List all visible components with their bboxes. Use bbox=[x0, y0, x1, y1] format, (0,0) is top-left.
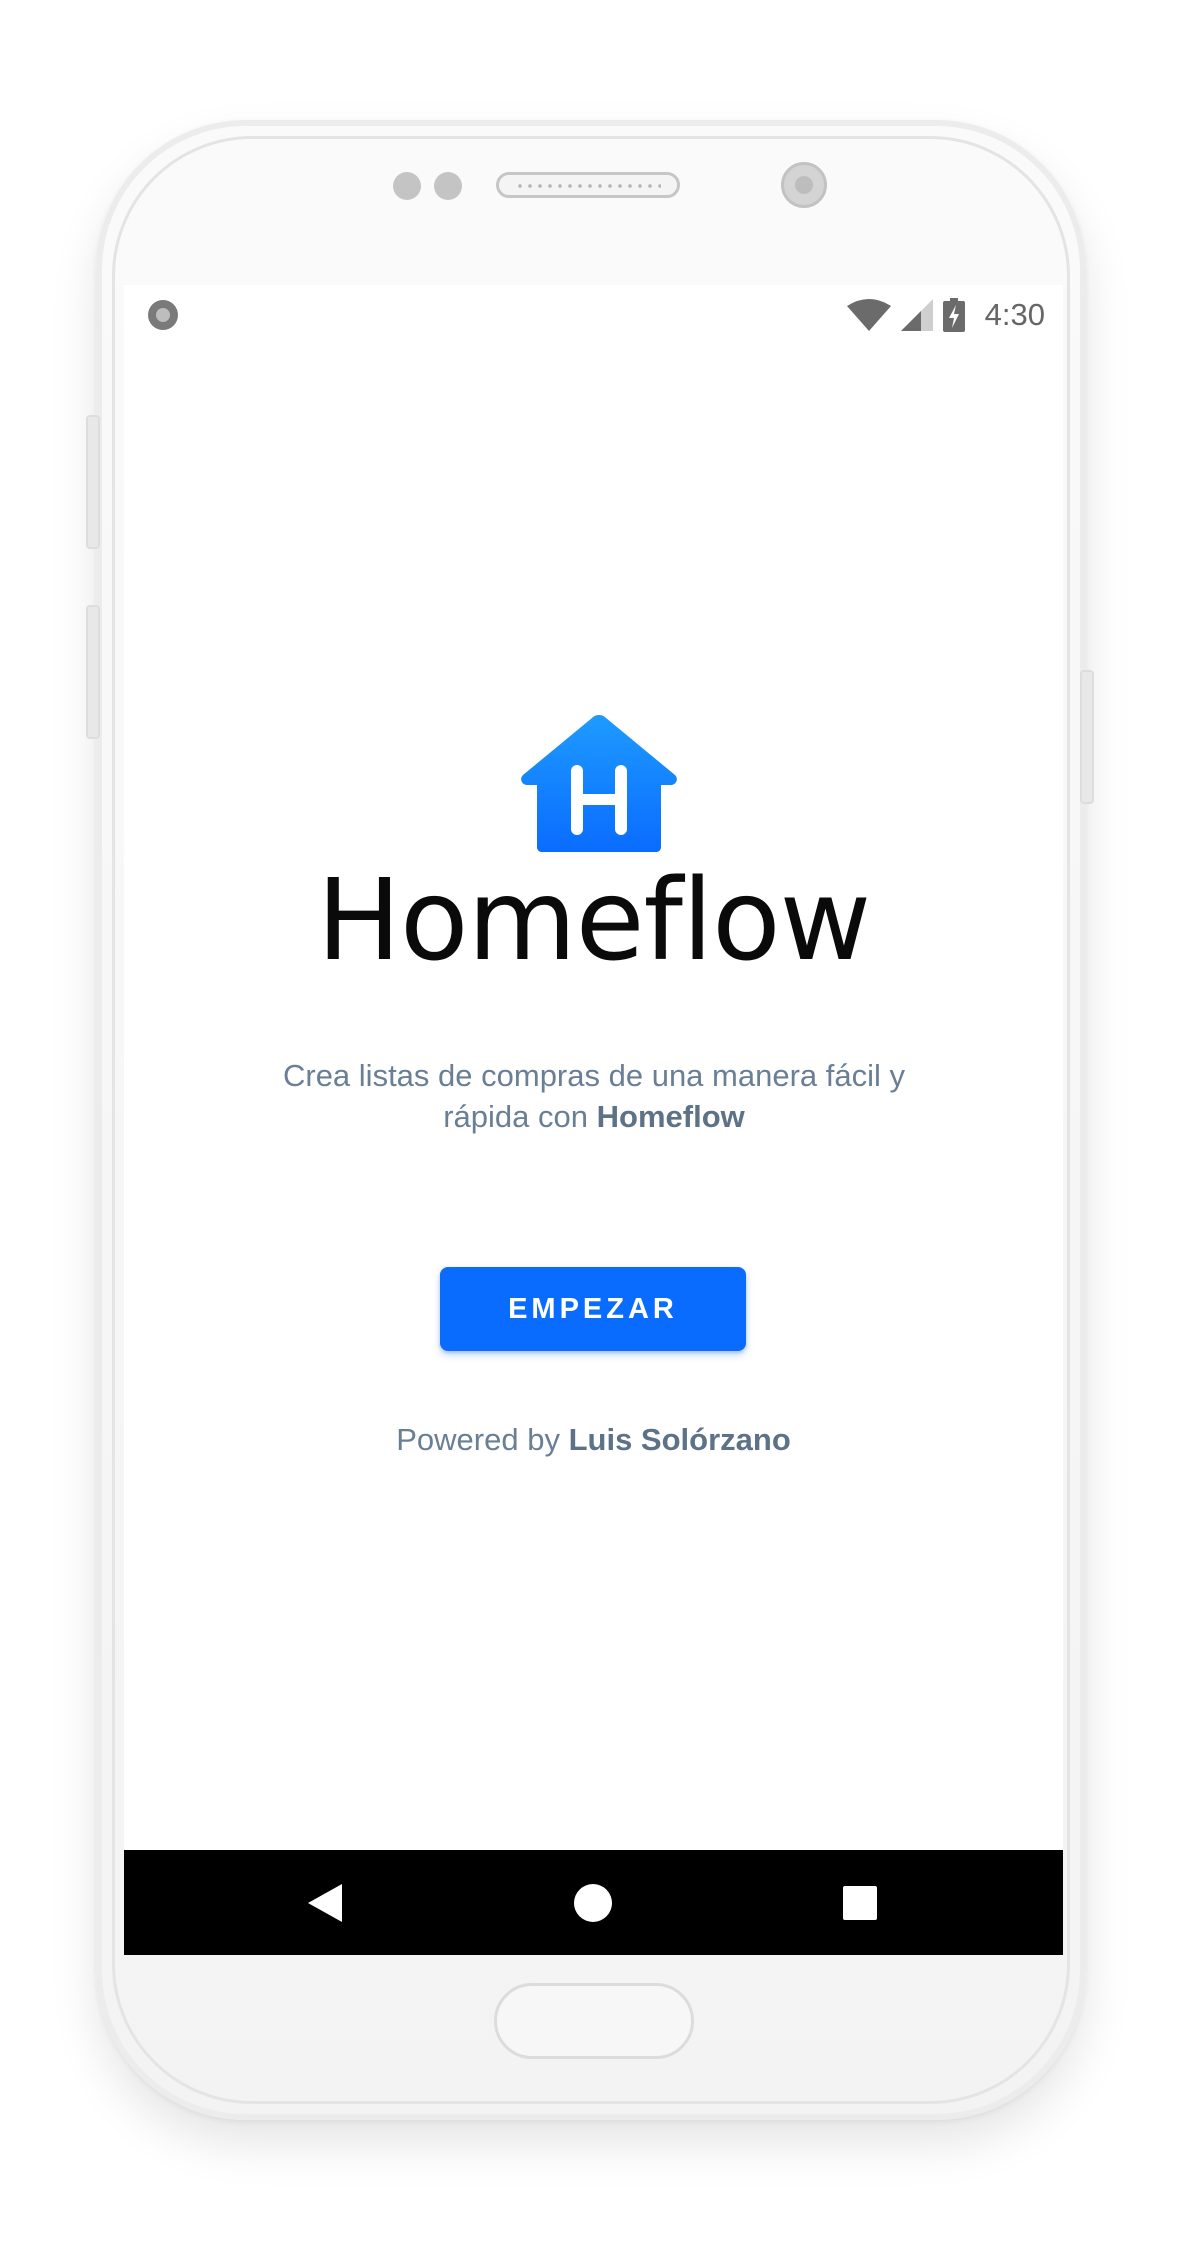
phone-screen: 4:30 Homeflow Crea listas de compras de … bbox=[124, 285, 1063, 1955]
nav-recents-button[interactable] bbox=[800, 1850, 920, 1955]
volume-up-button bbox=[86, 415, 100, 549]
power-button bbox=[1080, 670, 1094, 804]
start-button[interactable]: EMPEZAR bbox=[440, 1267, 746, 1351]
wifi-icon bbox=[846, 299, 891, 331]
tagline-text: Crea listas de compras de una manera fác… bbox=[282, 1058, 905, 1134]
physical-home-key bbox=[494, 1983, 694, 2059]
status-icons: 4:30 bbox=[846, 293, 1045, 337]
powered-by: Powered by Luis Solórzano bbox=[124, 1422, 1063, 1458]
recents-square-icon bbox=[843, 1885, 877, 1920]
tagline-brand: Homeflow bbox=[596, 1099, 745, 1134]
volume-down-button bbox=[86, 605, 100, 739]
tagline: Crea listas de compras de una manera fác… bbox=[264, 1055, 924, 1137]
back-triangle-icon bbox=[308, 1883, 342, 1922]
battery-charging-icon bbox=[942, 298, 965, 332]
light-sensor bbox=[434, 172, 462, 200]
front-camera bbox=[781, 162, 827, 208]
status-bar: 4:30 bbox=[124, 285, 1063, 345]
signal-icon bbox=[900, 299, 933, 331]
nav-back-button[interactable] bbox=[266, 1850, 386, 1955]
notification-dot-icon bbox=[148, 300, 178, 330]
earpiece-speaker bbox=[496, 172, 680, 198]
app-title: Homeflow bbox=[316, 856, 871, 986]
status-time: 4:30 bbox=[984, 297, 1045, 332]
proximity-sensor bbox=[393, 172, 421, 200]
navigation-bar bbox=[124, 1850, 1063, 1955]
nav-home-button[interactable] bbox=[533, 1850, 653, 1955]
house-h-logo-icon bbox=[521, 715, 677, 852]
powered-prefix: Powered by bbox=[396, 1422, 560, 1457]
powered-author: Luis Solórzano bbox=[568, 1422, 791, 1457]
home-circle-icon bbox=[574, 1883, 612, 1922]
